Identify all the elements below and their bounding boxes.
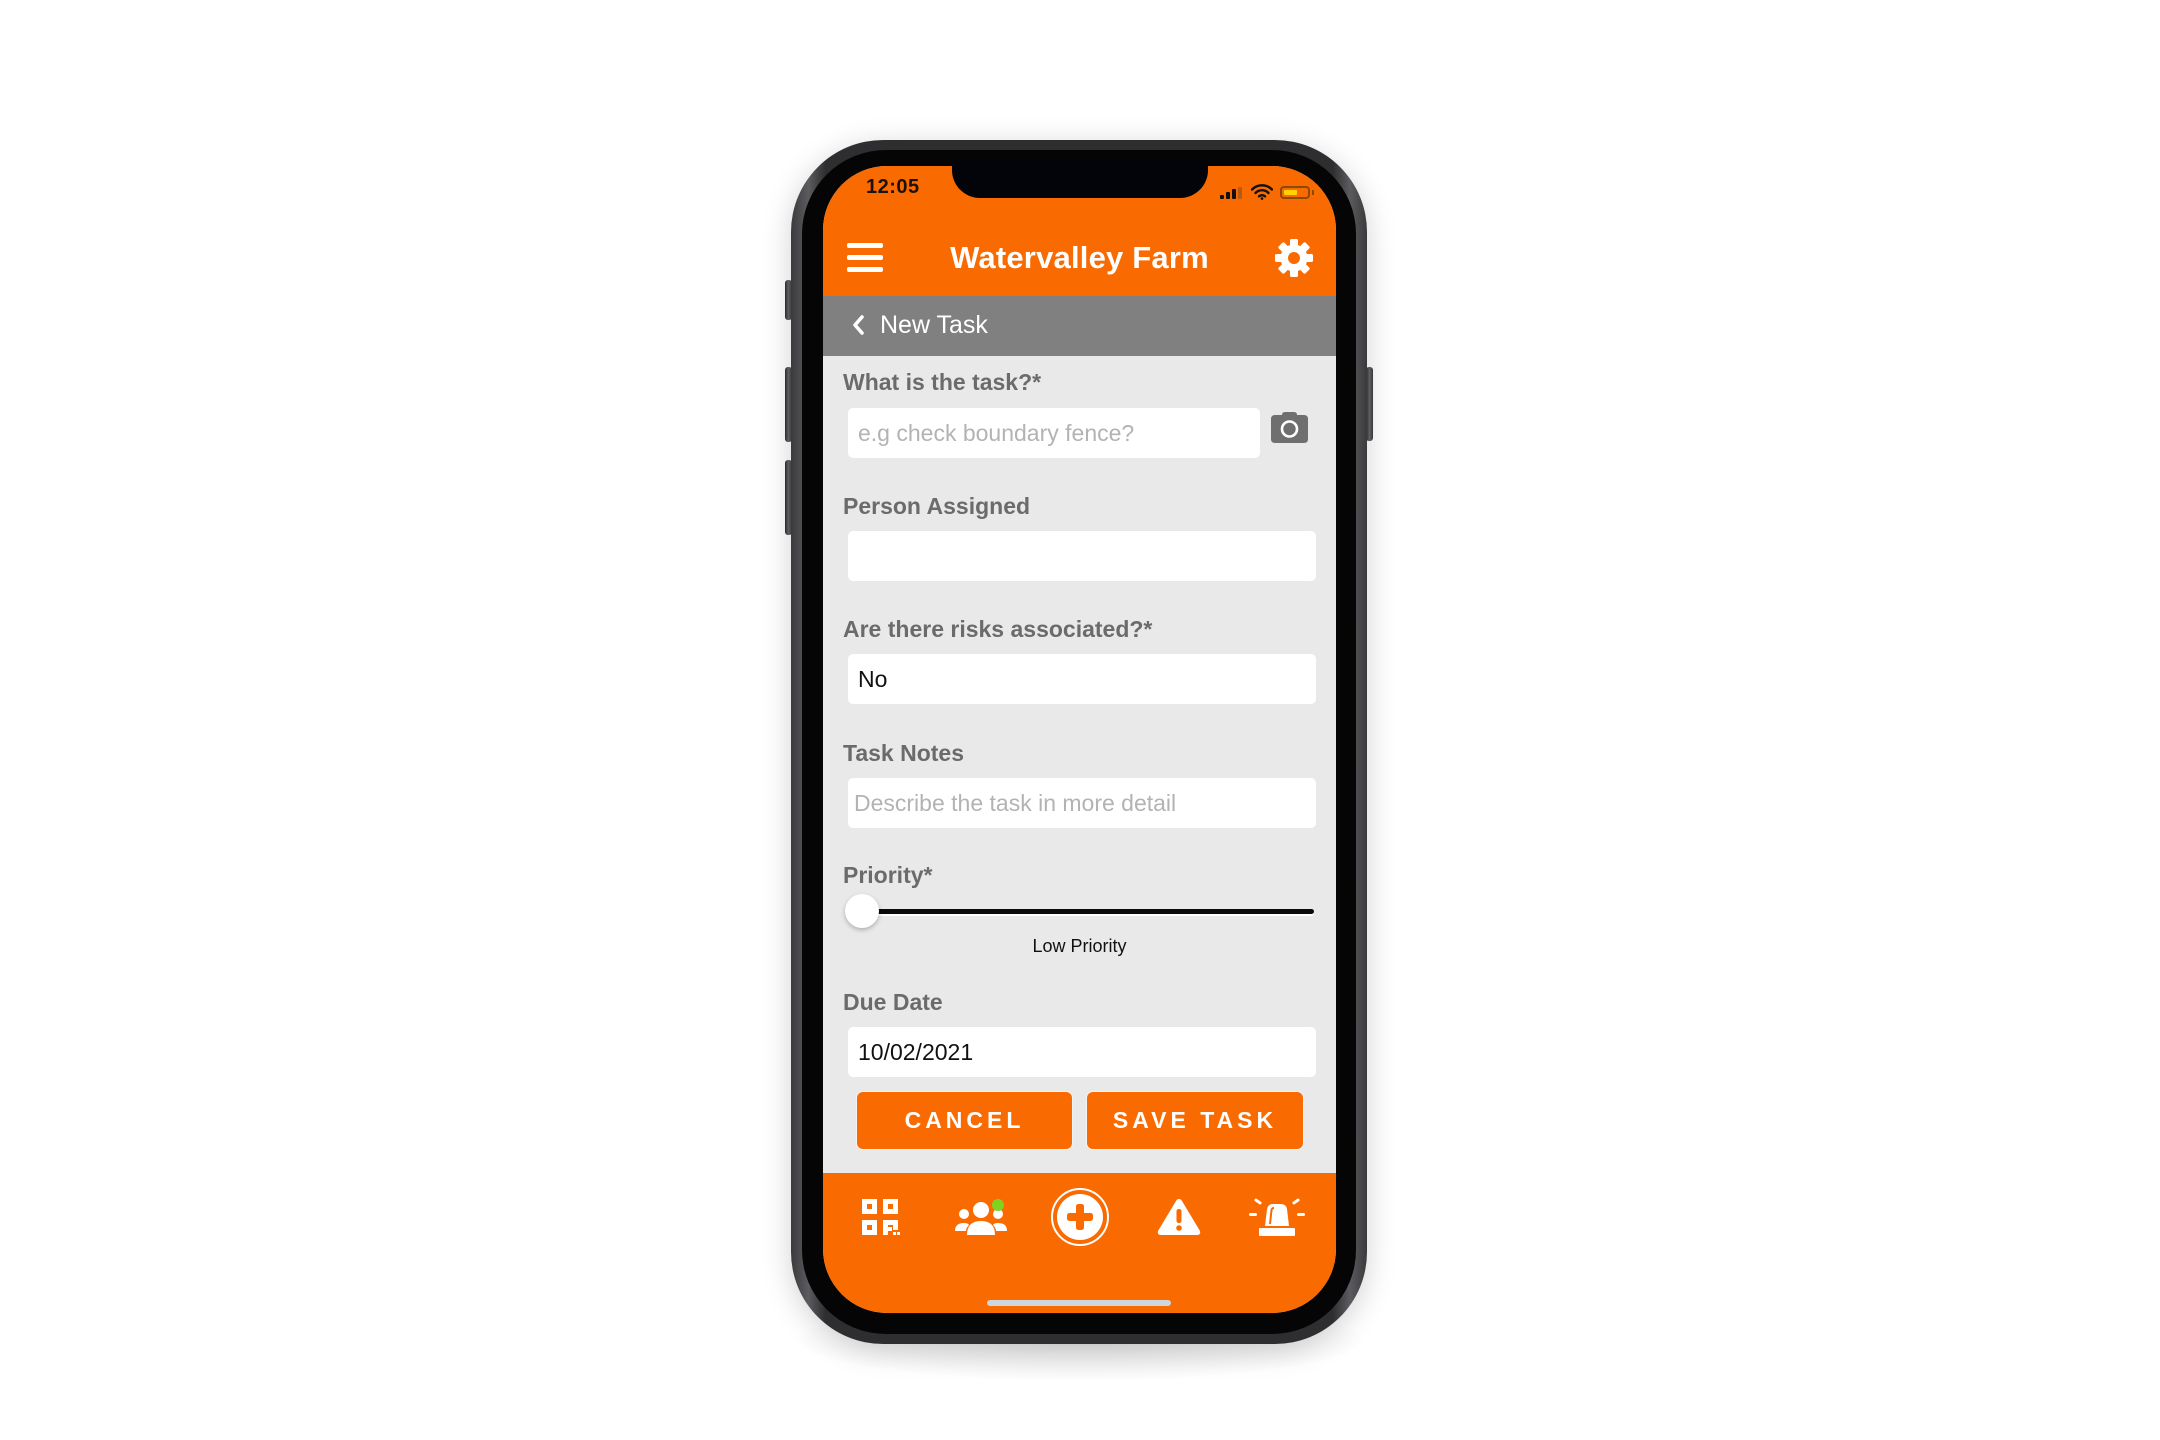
cancel-button[interactable]: CANCEL — [857, 1092, 1072, 1149]
status-time: 12:05 — [866, 176, 920, 198]
bottom-tab-bar — [823, 1173, 1336, 1313]
phone-power-button — [1366, 367, 1373, 441]
person-assigned-label: Person Assigned — [843, 493, 1031, 519]
siren-icon — [1249, 1198, 1305, 1236]
subheader: New Task — [823, 296, 1336, 356]
qr-code-icon — [862, 1199, 900, 1235]
gear-icon[interactable] — [1275, 239, 1313, 277]
battery-icon — [1280, 186, 1310, 199]
task-notes-label: Task Notes — [843, 740, 965, 766]
battery-tip — [1312, 190, 1314, 195]
due-date-label: Due Date — [843, 989, 943, 1015]
app-title: Watervalley Farm — [950, 240, 1209, 275]
wifi-icon — [1251, 184, 1273, 200]
people-group-icon — [955, 1199, 1007, 1235]
priority-caption: Low Priority — [1032, 936, 1127, 956]
risks-label: Are there risks associated?* — [843, 616, 1153, 642]
priority-label: Priority* — [843, 862, 933, 888]
save-task-button[interactable]: SAVE TASK — [1087, 1092, 1303, 1149]
task-input[interactable]: e.g check boundary fence? — [848, 408, 1260, 458]
plus-circle-icon — [1051, 1188, 1109, 1246]
tab-people[interactable] — [953, 1187, 1009, 1247]
battery-level — [1284, 190, 1297, 195]
cellular-signal-icon — [1220, 187, 1242, 199]
tab-hazards[interactable] — [1151, 1187, 1207, 1247]
warning-triangle-icon — [1157, 1199, 1201, 1235]
priority-slider-track[interactable] — [862, 909, 1314, 914]
tab-add[interactable] — [1050, 1182, 1110, 1252]
priority-slider-thumb[interactable] — [845, 894, 879, 928]
phone-screen: 12:05 Watervalley Farm New Task What is … — [823, 166, 1336, 1313]
person-assigned-input[interactable] — [848, 531, 1316, 581]
due-date-input[interactable]: 10/02/2021 — [848, 1027, 1316, 1077]
task-notes-input[interactable]: Describe the task in more detail — [848, 778, 1316, 828]
phone-notch — [952, 160, 1208, 198]
camera-icon[interactable] — [1271, 412, 1308, 443]
task-label: What is the task?* — [843, 369, 1042, 395]
back-link-new-task[interactable]: New Task — [880, 311, 988, 340]
chevron-left-icon[interactable] — [851, 314, 865, 336]
tab-emergency[interactable] — [1247, 1187, 1307, 1247]
home-indicator[interactable] — [987, 1300, 1171, 1306]
priority-slider[interactable] — [845, 893, 1316, 929]
online-badge — [992, 1199, 1004, 1211]
tab-qr-code[interactable] — [853, 1187, 909, 1247]
risks-select[interactable]: No — [848, 654, 1316, 704]
